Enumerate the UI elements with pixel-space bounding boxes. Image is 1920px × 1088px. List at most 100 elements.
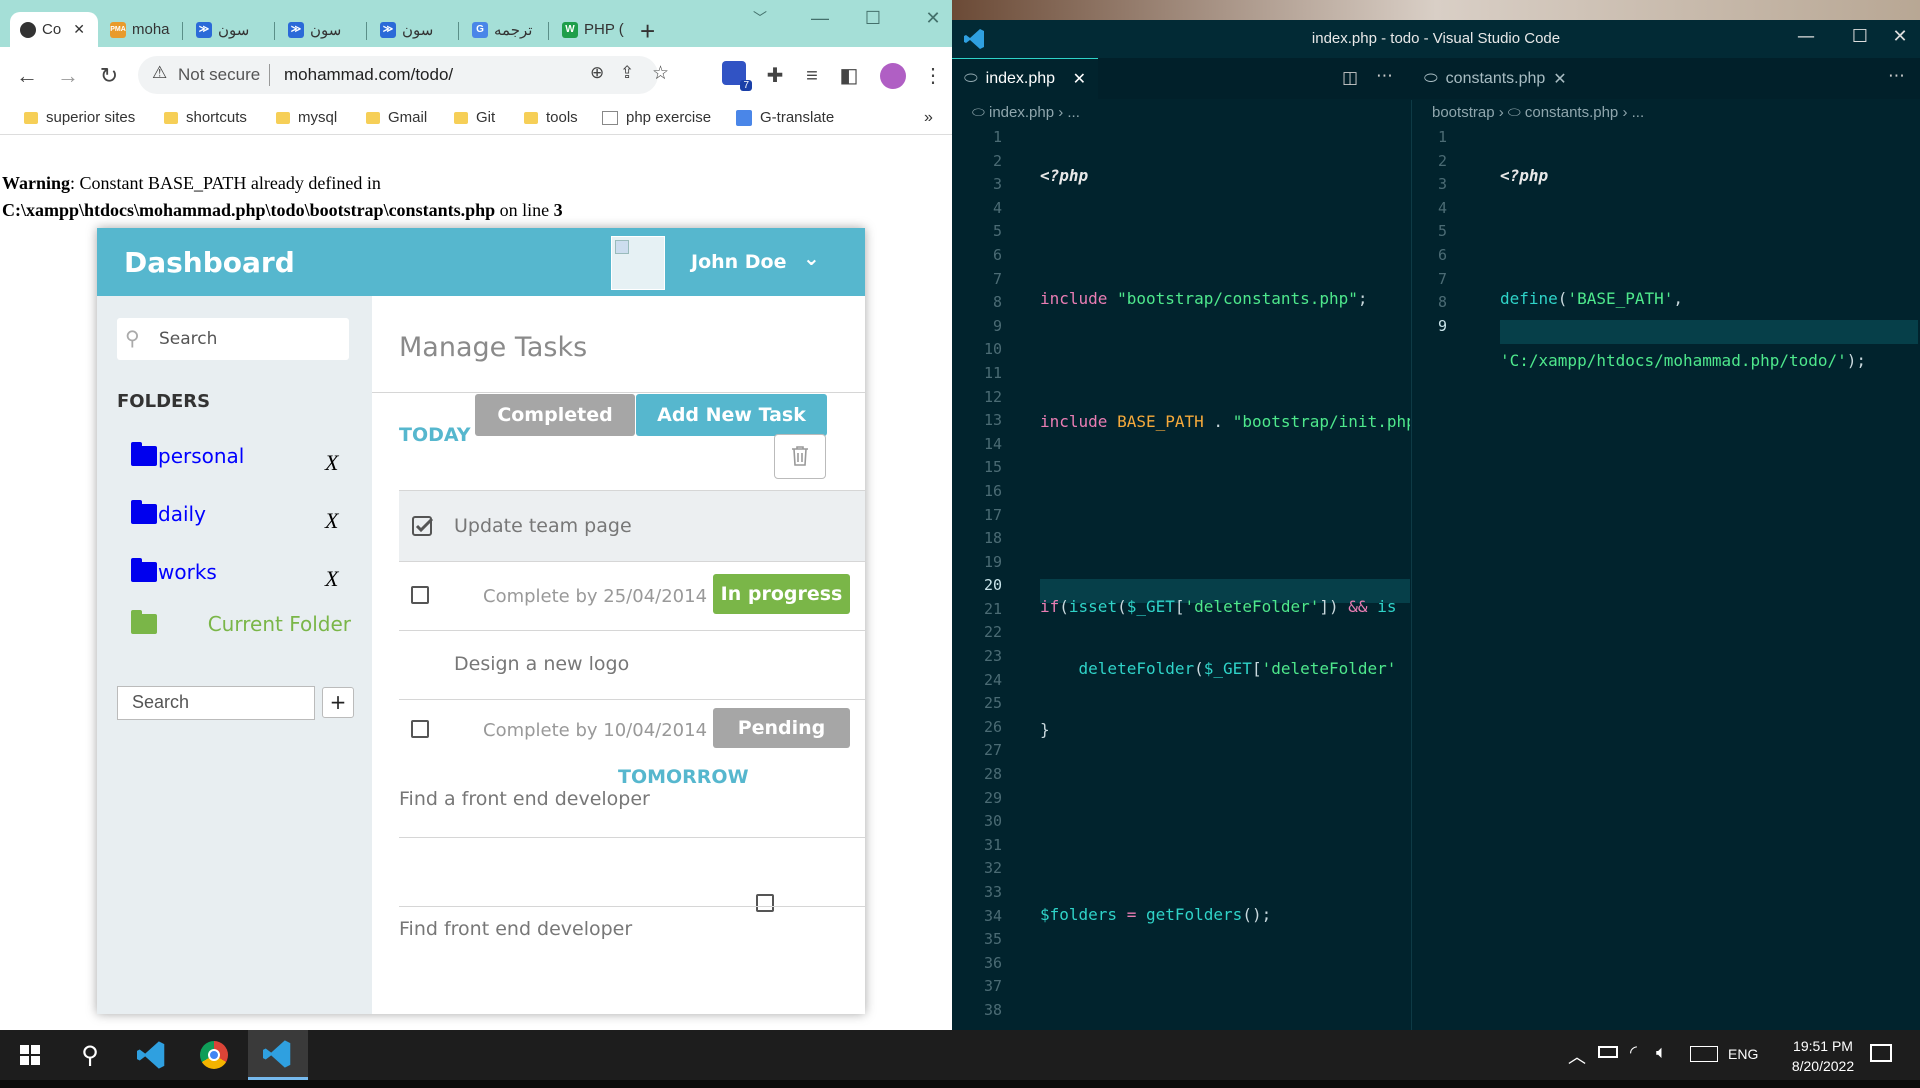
maximize-button[interactable]: ☐ bbox=[1840, 26, 1880, 47]
folder-icon bbox=[524, 111, 538, 124]
line-number: 9 bbox=[992, 316, 1002, 335]
new-folder-input[interactable]: Search bbox=[117, 686, 315, 720]
breadcrumb[interactable]: bootstrap › ⬭ constants.php › ... bbox=[1432, 104, 1644, 121]
task-checkbox[interactable] bbox=[411, 720, 429, 738]
side-panel-icon[interactable]: ◧ bbox=[834, 61, 864, 91]
line-number: 2 bbox=[1437, 151, 1447, 170]
line-number: 5 bbox=[992, 222, 1002, 241]
close-tab-icon[interactable]: ✕ bbox=[1073, 69, 1086, 89]
task-row[interactable]: Update team page bbox=[399, 491, 865, 561]
battery-icon[interactable] bbox=[1598, 1046, 1618, 1058]
task-row[interactable]: Complete by 10/04/2014 Pending bbox=[399, 700, 865, 766]
sidebar-search-input[interactable]: ⚲ Search bbox=[117, 318, 349, 360]
bookmark-item[interactable]: shortcuts bbox=[164, 109, 247, 126]
forward-button[interactable]: → bbox=[53, 61, 83, 91]
media-control-icon[interactable]: ≡ bbox=[797, 61, 827, 91]
clock[interactable]: 19:51 PM 8/20/2022 bbox=[1778, 1036, 1868, 1076]
address-bar[interactable]: ⚠ Not secure mohammad.com/todo/ ⊕ ⇪ ☆ bbox=[138, 56, 669, 94]
more-actions-icon[interactable]: ⋯ bbox=[1376, 66, 1393, 86]
browser-tab[interactable]: W PHP ( bbox=[552, 12, 636, 47]
checked-checkbox-icon[interactable] bbox=[411, 514, 435, 538]
keyboard-icon[interactable] bbox=[1690, 1046, 1718, 1062]
chevron-down-icon[interactable]: ⌄ bbox=[803, 246, 820, 270]
tab-constants-php[interactable]: ⬭ constants.php ✕ bbox=[1412, 58, 1572, 99]
add-folder-button[interactable]: + bbox=[322, 687, 354, 718]
status-badge: In progress bbox=[713, 574, 850, 614]
bookmark-item[interactable]: Gmail bbox=[366, 109, 427, 126]
bookmark-star-icon[interactable]: ☆ bbox=[652, 62, 669, 85]
task-row[interactable]: Complete by 25/04/2014 In progress bbox=[399, 562, 865, 630]
close-tab-icon[interactable]: ✕ bbox=[73, 21, 85, 38]
puzzle-extensions-icon[interactable]: ✚ bbox=[760, 61, 790, 91]
language-indicator[interactable]: ENG bbox=[1728, 1046, 1758, 1062]
close-window-button[interactable]: ✕ bbox=[913, 8, 952, 29]
sidebar-item-daily[interactable]: daily bbox=[131, 500, 206, 526]
completed-filter-button[interactable]: Completed bbox=[475, 394, 635, 436]
user-name[interactable]: John Doe bbox=[691, 251, 787, 273]
delete-folder-button[interactable]: X bbox=[325, 450, 338, 476]
volume-icon[interactable]: 🔈︎ bbox=[1656, 1042, 1667, 1063]
line-number: 18 bbox=[983, 529, 1002, 548]
line-number: 5 bbox=[1437, 222, 1447, 241]
code-editor-left[interactable]: <?php include "bootstrap/constants.php";… bbox=[1040, 126, 1410, 1088]
add-new-task-button[interactable]: Add New Task bbox=[636, 394, 827, 436]
chrome-taskbar-icon[interactable] bbox=[184, 1030, 244, 1080]
breadcrumb[interactable]: ⬭ index.php › ... bbox=[972, 104, 1080, 121]
wifi-icon[interactable]: ◜ bbox=[1630, 1042, 1637, 1063]
tab-index-php[interactable]: ⬭ index.php ✕ bbox=[952, 58, 1098, 99]
browser-tab[interactable]: ≫ سون bbox=[186, 12, 272, 47]
reload-button[interactable]: ↻ bbox=[94, 61, 124, 91]
more-actions-icon[interactable]: ⋯ bbox=[1888, 66, 1905, 86]
bookmark-item[interactable]: tools bbox=[524, 109, 578, 126]
zoom-icon[interactable]: ⊕ bbox=[590, 63, 604, 83]
close-tab-icon[interactable]: ✕ bbox=[1553, 69, 1566, 89]
profile-avatar[interactable] bbox=[880, 63, 906, 89]
vscode-taskbar-icon[interactable] bbox=[122, 1030, 182, 1080]
bookmark-item[interactable]: G-translate bbox=[736, 109, 834, 126]
notifications-icon[interactable] bbox=[1870, 1044, 1892, 1062]
new-tab-button[interactable]: + bbox=[640, 16, 655, 47]
bookmark-item[interactable]: php exercise bbox=[602, 109, 711, 126]
sidebar-item-works[interactable]: works bbox=[131, 558, 217, 584]
tab-search-icon[interactable]: ﹀ bbox=[740, 8, 780, 28]
delete-folder-button[interactable]: X bbox=[325, 566, 338, 592]
vscode-taskbar-icon-active[interactable] bbox=[248, 1030, 308, 1080]
browser-tab[interactable]: ≫ سون bbox=[278, 12, 364, 47]
minimize-button[interactable]: — bbox=[1786, 26, 1826, 47]
search-icon[interactable]: ⚲ bbox=[60, 1030, 120, 1080]
sidebar-item-personal[interactable]: personal bbox=[131, 442, 244, 468]
task-checkbox[interactable] bbox=[411, 586, 429, 604]
browser-tab[interactable]: ≫ سون bbox=[370, 12, 456, 47]
bookmark-item[interactable]: Git bbox=[454, 109, 495, 126]
bookmarks-overflow-button[interactable]: » bbox=[924, 109, 933, 127]
close-window-button[interactable]: ✕ bbox=[1880, 26, 1920, 47]
split-editor-icon[interactable]: ◫ bbox=[1342, 68, 1358, 88]
w3-icon: W bbox=[562, 21, 578, 38]
task-row[interactable]: Design a new logo bbox=[399, 631, 865, 699]
current-folder[interactable]: Current Folder bbox=[131, 610, 351, 636]
line-number: 22 bbox=[983, 623, 1002, 642]
chrome-menu-icon[interactable]: ⋮ bbox=[918, 61, 948, 91]
task-checkbox[interactable] bbox=[756, 894, 774, 912]
share-icon[interactable]: ⇪ bbox=[620, 63, 634, 83]
browser-tab[interactable]: G ترجمه bbox=[462, 12, 546, 47]
bookmark-item[interactable]: mysql bbox=[276, 109, 337, 126]
code-editor-right[interactable]: <?php define('BASE_PATH', 'C:/xampp/htdo… bbox=[1500, 126, 1918, 410]
line-number: 36 bbox=[983, 953, 1002, 972]
browser-tab-active[interactable]: Co ✕ bbox=[10, 12, 98, 47]
user-avatar[interactable] bbox=[611, 236, 665, 290]
chevron-up-icon[interactable]: ︿ bbox=[1568, 1043, 1586, 1069]
back-button[interactable]: ← bbox=[12, 61, 42, 91]
line-number: 7 bbox=[992, 269, 1002, 288]
browser-tab[interactable]: PMA moha bbox=[100, 12, 180, 47]
tab-strip: Co ✕ PMA moha ≫ سون ≫ سون ≫ سون G ترجمه … bbox=[0, 0, 952, 47]
bookmark-item[interactable]: superior sites bbox=[24, 109, 135, 126]
delete-task-button[interactable] bbox=[774, 434, 826, 479]
maximize-button[interactable]: ☐ bbox=[853, 8, 893, 29]
delete-folder-button[interactable]: X bbox=[325, 508, 338, 534]
trash-icon bbox=[792, 446, 808, 466]
url-text[interactable]: mohammad.com/todo/ bbox=[284, 65, 453, 85]
start-button[interactable] bbox=[0, 1030, 60, 1080]
extension-icon[interactable]: 7 bbox=[722, 61, 752, 91]
minimize-button[interactable]: — bbox=[800, 8, 840, 29]
